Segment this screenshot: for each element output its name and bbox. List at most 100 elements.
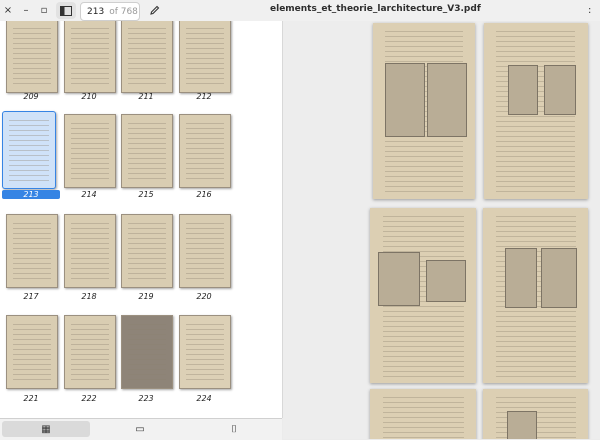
text-line — [13, 354, 51, 355]
text-line — [496, 56, 575, 57]
text-line — [496, 371, 576, 372]
text-line — [128, 339, 166, 340]
thumbnail-216[interactable]: 216 — [175, 114, 233, 199]
text-line — [186, 163, 224, 164]
text-line — [128, 374, 166, 375]
page-number-entry[interactable]: 213 of 768 — [80, 2, 140, 21]
text-line — [186, 374, 224, 375]
text-line — [9, 145, 49, 146]
text-line — [128, 344, 166, 345]
thumbnail-223[interactable]: 223 — [117, 315, 175, 403]
text-line — [71, 168, 109, 169]
thumbnail-221[interactable]: 221 — [2, 315, 60, 403]
thumbnail-209[interactable]: 209 — [2, 21, 60, 101]
text-line — [71, 359, 109, 360]
page-illustration — [541, 248, 577, 308]
comment-icon: ▭ — [135, 423, 145, 435]
thumbnail-219[interactable]: 219 — [117, 214, 175, 301]
text-line — [71, 268, 109, 269]
text-line — [71, 344, 109, 345]
text-line — [13, 359, 51, 360]
thumbnail-214[interactable]: 214 — [60, 114, 118, 199]
thumbnail-224[interactable]: 224 — [175, 315, 233, 403]
text-line — [71, 148, 109, 149]
annotate-button[interactable] — [144, 2, 164, 19]
text-line — [186, 33, 224, 34]
thumbnail-217[interactable]: 217 — [2, 214, 60, 301]
text-line — [13, 243, 51, 244]
minimize-button[interactable]: – — [20, 2, 32, 19]
page-thumbnail — [179, 315, 231, 389]
text-line — [128, 73, 166, 74]
text-line — [383, 306, 464, 307]
thumbnail-213[interactable]: 213 — [2, 111, 60, 199]
text-line — [385, 176, 463, 177]
text-line — [186, 233, 224, 234]
thumbnail-212[interactable]: 212 — [175, 21, 233, 101]
text-line — [128, 128, 166, 129]
page-thumbnail — [6, 21, 58, 93]
text-line — [71, 354, 109, 355]
text-line — [383, 412, 464, 413]
thumbnail-210[interactable]: 210 — [60, 21, 118, 101]
text-line — [71, 83, 109, 84]
thumbnail-211[interactable]: 211 — [117, 21, 175, 101]
thumbnail-label: 209 — [23, 92, 39, 101]
page-thumbnail — [64, 114, 116, 188]
maximize-button[interactable]: ▫ — [38, 2, 50, 19]
text-line — [186, 253, 224, 254]
text-line — [383, 316, 464, 317]
text-line — [9, 170, 49, 171]
text-line — [496, 226, 576, 227]
document-view[interactable] — [283, 21, 600, 439]
text-line — [128, 233, 166, 234]
thumbnail-label: 216 — [196, 190, 212, 199]
minimize-icon: – — [23, 5, 29, 16]
text-line — [128, 138, 166, 139]
text-line — [496, 166, 575, 167]
current-page-value: 213 — [87, 6, 105, 17]
text-line — [128, 178, 166, 179]
text-line — [496, 397, 576, 398]
text-line — [71, 223, 109, 224]
text-line — [496, 131, 575, 132]
text-line — [71, 123, 109, 124]
tab-thumbnails[interactable]: ▦ — [2, 421, 90, 437]
text-line — [385, 166, 463, 167]
text-line — [186, 334, 224, 335]
thumbnail-218[interactable]: 218 — [60, 214, 118, 301]
text-line — [71, 364, 109, 365]
text-line — [13, 78, 51, 79]
thumbnail-label: 210 — [81, 92, 97, 101]
page-thumbnail — [64, 214, 116, 288]
text-line — [186, 173, 224, 174]
close-button[interactable]: × — [2, 2, 14, 19]
text-line — [383, 351, 464, 352]
text-line — [186, 128, 224, 129]
text-line — [128, 223, 166, 224]
sidebar-toggle-button[interactable] — [56, 2, 76, 19]
text-line — [385, 146, 463, 147]
text-line — [128, 148, 166, 149]
text-line — [496, 146, 575, 147]
thumbnail-220[interactable]: 220 — [175, 214, 233, 301]
text-line — [9, 120, 49, 121]
menu-button[interactable]: : — [588, 2, 600, 19]
text-line — [128, 38, 166, 39]
thumbnail-222[interactable]: 222 — [60, 315, 118, 403]
text-line — [385, 171, 463, 172]
page-illustration — [544, 65, 576, 115]
page-thumbnail — [64, 21, 116, 93]
text-line — [71, 243, 109, 244]
document-page-left-1 — [373, 23, 475, 199]
text-line — [385, 181, 463, 182]
tab-bookmarks[interactable]: ⌷ — [190, 421, 278, 437]
text-line — [186, 243, 224, 244]
text-line — [496, 216, 576, 217]
text-line — [496, 41, 575, 42]
page-illustration — [426, 260, 466, 302]
text-line — [186, 63, 224, 64]
text-line — [186, 379, 224, 380]
thumbnail-215[interactable]: 215 — [117, 114, 175, 199]
tab-annotations[interactable]: ▭ — [96, 421, 184, 437]
